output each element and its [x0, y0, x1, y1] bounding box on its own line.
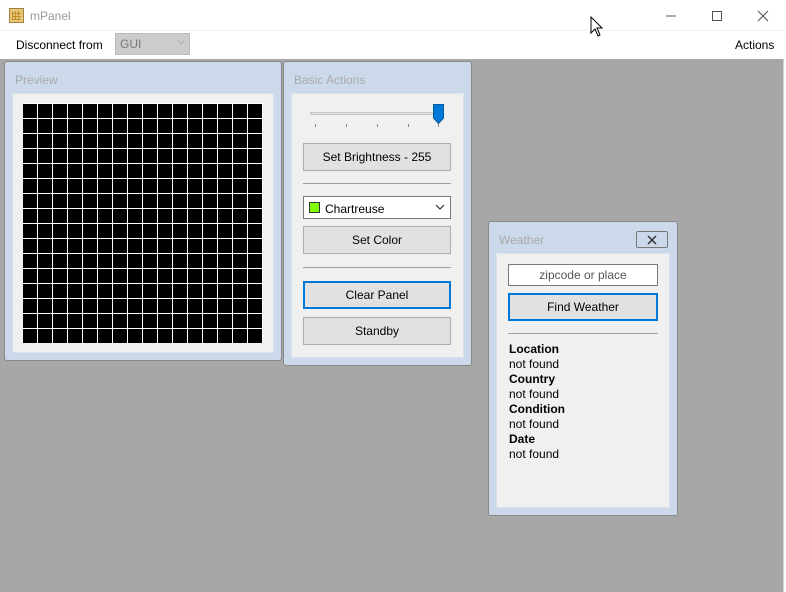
minimize-icon	[666, 15, 676, 16]
date-value: not found	[509, 447, 560, 461]
weather-title: Weather	[499, 233, 545, 247]
location-label: Location	[509, 342, 559, 356]
condition-value: not found	[509, 417, 560, 431]
minimize-button[interactable]	[648, 0, 694, 31]
country-value: not found	[509, 387, 560, 401]
preview-title: Preview	[15, 73, 58, 87]
slider-tick	[315, 124, 316, 127]
color-select[interactable]: Chartreuse	[303, 196, 451, 219]
brightness-slider-track[interactable]	[310, 112, 444, 115]
chevron-down-icon: ⌵	[177, 36, 185, 47]
cursor-icon	[590, 16, 604, 37]
maximize-button[interactable]	[694, 0, 740, 31]
color-swatch	[309, 202, 320, 213]
menu-bar: Disconnect from GUI ⌵ Actions	[0, 31, 786, 59]
zipcode-input[interactable]	[508, 264, 658, 286]
separator	[303, 183, 451, 184]
slider-tick	[377, 124, 378, 127]
standby-button[interactable]: Standby	[303, 317, 451, 345]
separator	[508, 333, 658, 334]
slider-tick	[408, 124, 409, 127]
condition-label: Condition	[509, 402, 565, 416]
find-weather-button[interactable]: Find Weather	[508, 293, 658, 321]
set-color-button[interactable]: Set Color	[303, 226, 451, 254]
separator	[303, 267, 451, 268]
location-value: not found	[509, 357, 560, 371]
brightness-slider-thumb[interactable]	[433, 104, 444, 124]
connection-target-combo[interactable]: GUI ⌵	[115, 33, 190, 55]
slider-tick	[346, 124, 347, 127]
maximize-icon	[712, 10, 722, 21]
close-icon	[757, 10, 769, 21]
app-icon	[9, 8, 24, 23]
disconnect-label: Disconnect from	[16, 38, 103, 52]
window-title: mPanel	[30, 9, 71, 23]
basic-actions-title: Basic Actions	[294, 73, 366, 87]
title-bar: mPanel	[0, 0, 786, 31]
connection-target-value: GUI	[120, 37, 142, 51]
set-brightness-button[interactable]: Set Brightness - 255	[303, 143, 451, 171]
menu-actions[interactable]: Actions	[735, 38, 774, 52]
color-select-value: Chartreuse	[325, 202, 385, 216]
slider-tick	[438, 124, 439, 127]
preview-window[interactable]: Preview	[4, 61, 282, 361]
clear-panel-button[interactable]: Clear Panel	[303, 281, 451, 309]
country-label: Country	[509, 372, 555, 386]
close-button[interactable]	[740, 0, 786, 31]
close-icon	[647, 234, 657, 245]
led-matrix-preview[interactable]	[23, 103, 263, 343]
date-label: Date	[509, 432, 536, 446]
chevron-down-icon	[435, 204, 445, 210]
weather-close-button[interactable]	[636, 231, 668, 248]
